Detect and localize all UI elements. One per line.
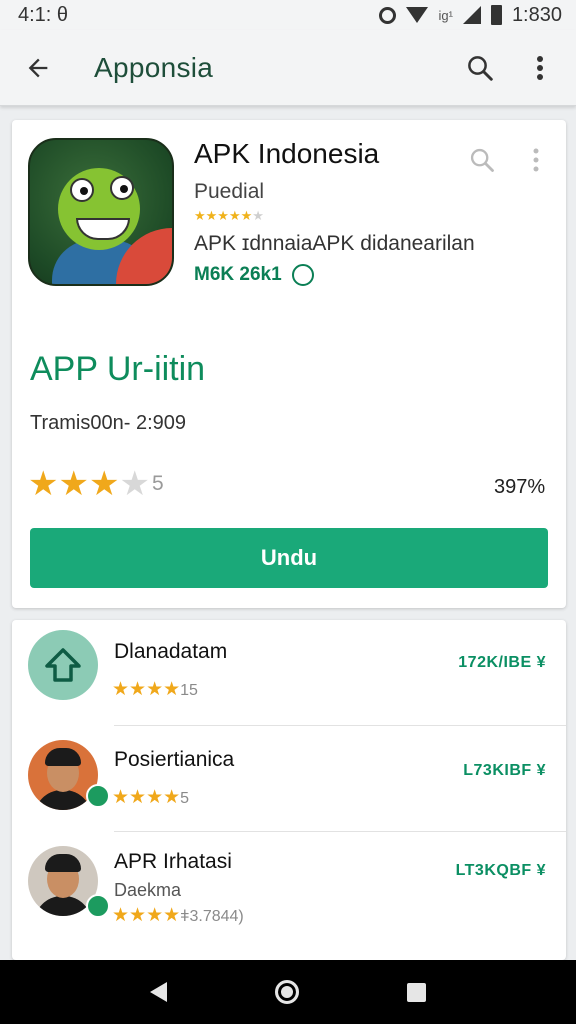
nav-recent-icon[interactable] (407, 982, 426, 1002)
size-row: M6K 26k1 (194, 264, 314, 286)
signal-icon (462, 6, 481, 24)
status-bar: 4:1: θ ig¹ 1:830 (0, 0, 576, 30)
downloads-count: Tramis00n- 2:909 (30, 412, 186, 434)
verified-check-icon (86, 894, 110, 918)
alarm-icon (379, 6, 397, 24)
install-button[interactable]: Undu (30, 528, 548, 588)
app-icon-eye (70, 178, 94, 202)
card-more-icon[interactable] (524, 142, 548, 178)
rating-percent: 397% (494, 476, 546, 498)
list-item-title: Dlanadatam (114, 640, 228, 663)
wifi-icon (406, 7, 429, 23)
avatar-shirt (34, 896, 92, 916)
avatar-hair (45, 748, 81, 766)
nav-back-icon[interactable] (150, 982, 167, 1002)
list-item[interactable]: Posiertianica ★★★★5 L73KIBF ¥ (12, 726, 566, 832)
arrow-back-icon[interactable] (18, 48, 58, 88)
list-item[interactable]: Dlanadatam ★★★★15 172K/IBE ¥ (12, 620, 566, 726)
list-item[interactable]: APR Irhatasi Daekma ★★★★ǂ3.7844) LT3KQBF… (12, 832, 566, 938)
list-item-rating-text: 5 (180, 790, 190, 807)
battery-icon (490, 5, 502, 25)
app-size: M6K 26k1 (194, 264, 282, 285)
nav-home-icon[interactable] (275, 980, 299, 1004)
app-description: APK ɪdnnaiaAPK didanearilan (194, 232, 475, 255)
list-item-stars: ★★★★ (112, 787, 181, 808)
developer-name[interactable]: Puedial (194, 180, 264, 204)
more-vert-icon[interactable] (518, 46, 562, 90)
app-bar-title: Apponsia (94, 51, 214, 83)
list-item-title: Posiertianica (114, 748, 235, 771)
avatar-shirt (34, 790, 92, 810)
app-icon-eye (110, 176, 134, 200)
avatar-hair (45, 854, 81, 872)
app-icon[interactable] (28, 138, 174, 286)
list-item-rating-text: ǂ3.7844) (180, 908, 244, 925)
star-icon: ★ (88, 465, 120, 503)
app-detail-card: APK Indonesia Puedial ★★★★★★ APK ɪdnnaia… (12, 120, 566, 608)
list-item-stars: ★★★★ (112, 905, 181, 926)
status-time-left: 4:1: θ (18, 3, 69, 26)
system-nav-bar (0, 960, 576, 1024)
star-outline-icon: ★ (119, 465, 150, 503)
section-title: APP Ur-iitin (30, 350, 206, 388)
status-tiny-label: ig¹ (438, 7, 453, 23)
list-item-rating: ★★★★5 (112, 786, 189, 809)
list-item-rating: ★★★★15 (112, 678, 198, 701)
list-item-rating-text: 15 (180, 682, 198, 699)
info-icon[interactable] (291, 264, 314, 286)
home-icon (28, 630, 98, 700)
list-item-size: 172K/IBE ¥ (458, 654, 546, 671)
list-item-size: LT3KQBF ¥ (455, 862, 546, 879)
rating-value: 5 (151, 472, 164, 495)
star-icon: ★ (58, 465, 89, 503)
list-item-subtitle: Daekma (114, 880, 182, 900)
list-item-title: APR Irhatasi (114, 850, 232, 873)
list-item-stars: ★★★★ (112, 679, 181, 700)
small-rating-stars: ★★★★★★ (194, 208, 264, 223)
app-name: APK Indonesia (194, 138, 380, 169)
rating-stars: ★ ★ ★ ★ 5 (28, 464, 164, 504)
status-time-right: 1:830 (511, 3, 562, 26)
card-search-icon[interactable] (464, 142, 500, 178)
list-item-rating: ★★★★ǂ3.7844) (112, 904, 244, 927)
app-bar: Apponsia (0, 30, 576, 106)
list-item-size: L73KIBF ¥ (463, 762, 546, 779)
verified-check-icon (86, 784, 110, 808)
search-icon[interactable] (458, 46, 502, 90)
status-icons: ig¹ 1:830 (379, 4, 562, 27)
related-apps-list: Dlanadatam ★★★★15 172K/IBE ¥ Posiertiani… (12, 620, 566, 960)
star-icon: ★ (28, 465, 59, 503)
